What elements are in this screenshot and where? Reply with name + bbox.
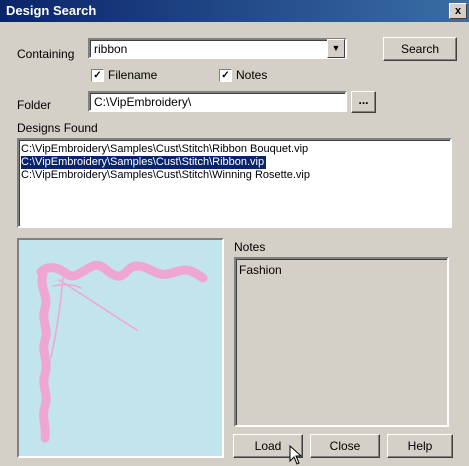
designs-list[interactable]: C:\VipEmbroidery\Samples\Cust\Stitch\Rib… <box>17 138 452 228</box>
list-item[interactable]: C:\VipEmbroidery\Samples\Cust\Stitch\Win… <box>21 169 312 182</box>
notes-field[interactable]: Fashion <box>234 257 449 427</box>
window-title: Design Search <box>6 3 97 18</box>
notes-text: Fashion <box>239 263 282 277</box>
filename-label: Filename <box>108 68 158 82</box>
notes-label: Notes <box>234 240 266 254</box>
containing-label: Containing <box>17 47 75 61</box>
folder-field[interactable]: C:\VipEmbroidery\ <box>88 91 347 112</box>
list-item[interactable]: C:\VipEmbroidery\Samples\Cust\Stitch\Rib… <box>21 143 310 156</box>
close-window-button[interactable]: x <box>449 3 467 19</box>
design-preview <box>17 238 224 458</box>
list-item-selected[interactable]: C:\VipEmbroidery\Samples\Cust\Stitch\Rib… <box>21 156 267 169</box>
chevron-down-icon[interactable]: ▼ <box>327 39 345 58</box>
notes-checkbox-label: Notes <box>236 68 268 82</box>
browse-folder-button[interactable]: ... <box>351 91 376 113</box>
containing-combo[interactable]: ribbon ▼ <box>88 38 347 59</box>
containing-input[interactable]: ribbon <box>94 42 127 56</box>
ribbon-design-image <box>36 260 208 443</box>
folder-label: Folder <box>17 98 52 112</box>
designs-found-label: Designs Found <box>17 121 98 135</box>
help-button[interactable]: Help <box>387 434 453 458</box>
close-button[interactable]: Close <box>310 434 380 458</box>
folder-input[interactable]: C:\VipEmbroidery\ <box>94 95 191 109</box>
filename-checkbox[interactable]: ✓ <box>91 69 104 82</box>
notes-checkbox[interactable]: ✓ <box>219 69 232 82</box>
search-button[interactable]: Search <box>383 37 457 61</box>
mouse-cursor-icon <box>289 445 303 465</box>
